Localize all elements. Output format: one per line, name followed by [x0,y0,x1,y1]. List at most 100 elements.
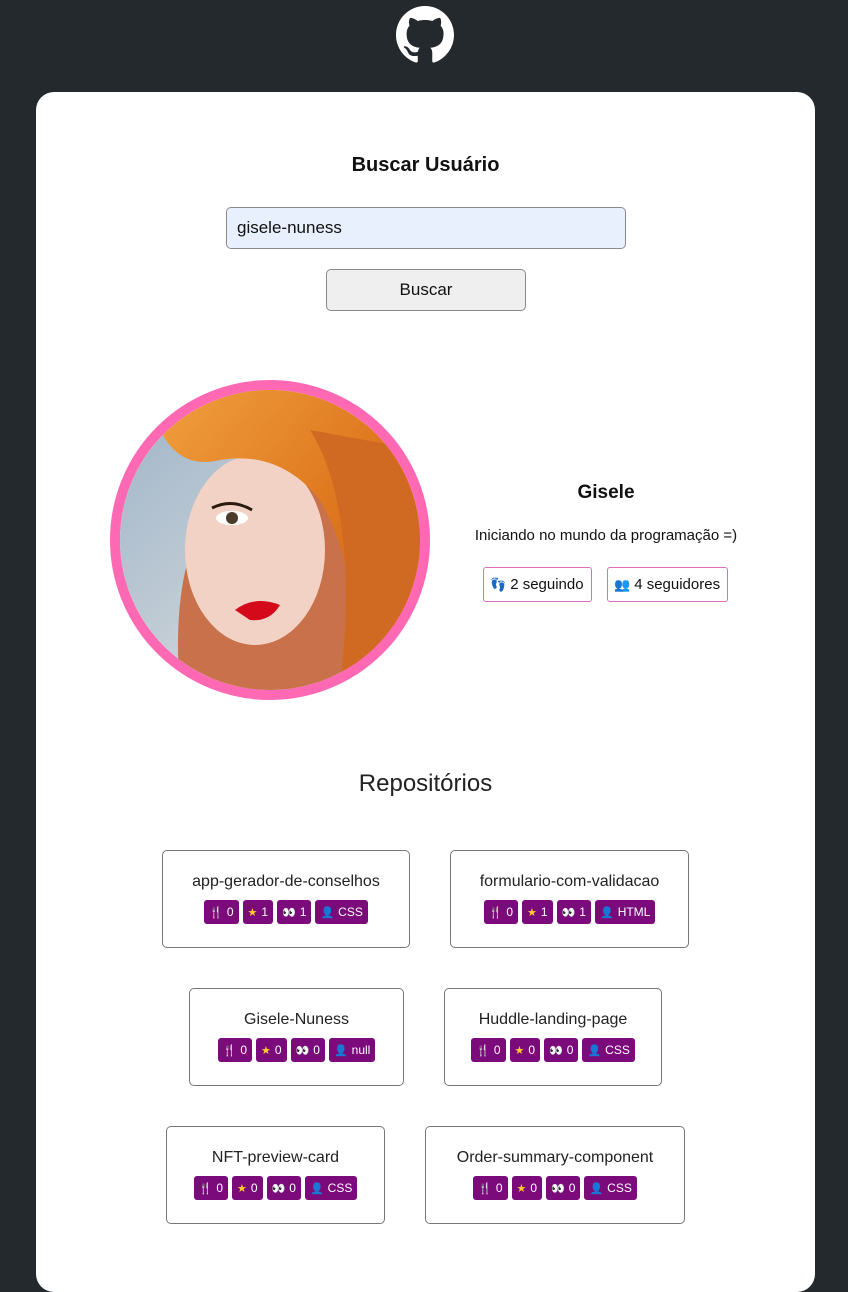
language-label: CSS [605,1043,630,1057]
repo-card[interactable]: NFT-preview-card 🍴 0 ★ 0 👀 0 👤 CSS [166,1126,385,1224]
following-label: 2 seguindo [510,576,584,593]
repo-card[interactable]: formulario-com-validacao 🍴 0 ★ 1 👀 1 👤 HTML [450,850,689,948]
username-search-input[interactable] [226,207,626,249]
watchers-count: 0 [313,1043,320,1057]
developer-icon: 👤 [333,1044,348,1057]
language-label: CSS [607,1181,632,1195]
stars-count: 0 [530,1181,538,1195]
developer-icon: 👤 [599,906,614,919]
developer-icon: 👤 [589,1182,604,1195]
watchers-badge: 👀 0 [546,1176,581,1200]
repo-name: Gisele-Nuness [244,1011,349,1028]
stars-badge: ★ 0 [256,1038,287,1062]
forks-badge: 🍴 0 [483,900,519,924]
forks-count: 0 [226,905,234,919]
repo-name: app-gerador-de-conselhos [192,873,380,890]
watchers-count: 0 [566,1043,574,1057]
top-bar [0,0,848,92]
forks-badge: 🍴 0 [193,1176,229,1200]
stars-count: 0 [250,1181,258,1195]
avatar-photo [120,390,420,690]
followers-label: 4 seguidores [634,576,721,593]
search-button[interactable]: Buscar [326,269,526,311]
forks-count: 0 [506,905,514,919]
stars-count: 0 [528,1043,536,1057]
language-label: HTML [617,905,651,919]
fork-icon: 🍴 [209,906,223,919]
watchers-badge: 👀 0 [266,1176,301,1200]
watchers-count: 0 [568,1181,576,1195]
watchers-badge: 👀 1 [556,900,591,924]
stars-badge: ★ 1 [242,900,274,924]
fork-icon: 🍴 [222,1044,237,1057]
star-icon: ★ [514,1044,525,1057]
forks-count: 0 [240,1043,248,1057]
star-icon: ★ [247,906,258,919]
developer-icon: 👤 [587,1044,602,1057]
developer-icon: 👤 [320,906,335,919]
stars-badge: ★ 0 [511,1176,543,1200]
stars-badge: ★ 0 [232,1176,263,1200]
forks-badge: 🍴 0 [473,1176,508,1200]
main-card: Buscar Usuário Buscar [36,92,815,1292]
watchers-count: 0 [289,1181,296,1195]
following-count[interactable]: 👣 2 seguindo [483,567,592,602]
repo-name: NFT-preview-card [211,1149,340,1166]
forks-count: 0 [495,1181,503,1195]
followers-count[interactable]: 👥 4 seguidores [607,567,728,602]
repo-card[interactable]: Order-summary-component 🍴 0 ★ 0 👀 0 👤 CSS [425,1126,685,1224]
star-icon: ★ [237,1182,247,1195]
repo-card[interactable]: Huddle-landing-page 🍴 0 ★ 0 👀 0 👤 CSS [444,988,662,1086]
fork-icon: 🍴 [478,1182,492,1195]
watchers-badge: 👀 1 [277,900,312,924]
stars-badge: ★ 0 [509,1038,541,1062]
people-icon: 👥 [614,576,631,592]
eyes-icon: 👀 [561,906,576,919]
forks-badge: 🍴 0 [217,1038,253,1062]
stars-count: 0 [274,1043,282,1057]
forks-badge: 🍴 0 [471,1038,506,1062]
watchers-badge: 👀 0 [290,1038,325,1062]
stars-count: 1 [261,905,269,919]
watchers-badge: 👀 0 [544,1038,579,1062]
repo-name: Order-summary-component [456,1149,654,1166]
forks-badge: 🍴 0 [204,900,239,924]
forks-count: 0 [216,1181,224,1195]
language-badge: 👤 null [328,1038,376,1062]
footprints-icon: 👣 [490,576,507,592]
repo-name: Huddle-landing-page [478,1011,628,1028]
stars-count: 1 [540,905,548,919]
repo-name: formulario-com-validacao [479,873,660,890]
star-icon: ★ [516,1182,527,1195]
watchers-count: 1 [299,905,307,919]
developer-icon: 👤 [309,1182,324,1195]
language-badge: 👤 CSS [582,1038,635,1062]
avatar [110,380,430,700]
repo-card[interactable]: Gisele-Nuness 🍴 0 ★ 0 👀 0 👤 null [189,988,404,1086]
eyes-icon: 👀 [549,1044,563,1057]
eyes-icon: 👀 [551,1182,565,1195]
stars-badge: ★ 1 [522,900,553,924]
language-label: null [351,1043,371,1057]
repos-title: Repositórios [358,770,493,797]
fork-icon: 🍴 [476,1044,490,1057]
language-label: CSS [327,1181,353,1195]
language-badge: 👤 CSS [584,1176,637,1200]
profile-bio: Iniciando no mundo da programação =) [474,527,738,544]
watchers-count: 1 [579,905,586,919]
forks-count: 0 [493,1043,501,1057]
eyes-icon: 👀 [282,906,296,919]
language-label: CSS [338,905,363,919]
star-icon: ★ [527,906,537,919]
github-octocat-icon[interactable] [396,6,454,64]
eyes-icon: 👀 [295,1044,310,1057]
eyes-icon: 👀 [271,1182,286,1195]
language-badge: 👤 CSS [304,1176,358,1200]
search-title: Buscar Usuário [351,154,500,176]
profile-name: Gisele [577,482,635,503]
star-icon: ★ [261,1044,271,1057]
language-badge: 👤 HTML [594,900,656,924]
fork-icon: 🍴 [488,906,503,919]
repo-card[interactable]: app-gerador-de-conselhos 🍴 0 ★ 1 👀 1 👤 CSS [162,850,410,948]
fork-icon: 🍴 [198,1182,213,1195]
